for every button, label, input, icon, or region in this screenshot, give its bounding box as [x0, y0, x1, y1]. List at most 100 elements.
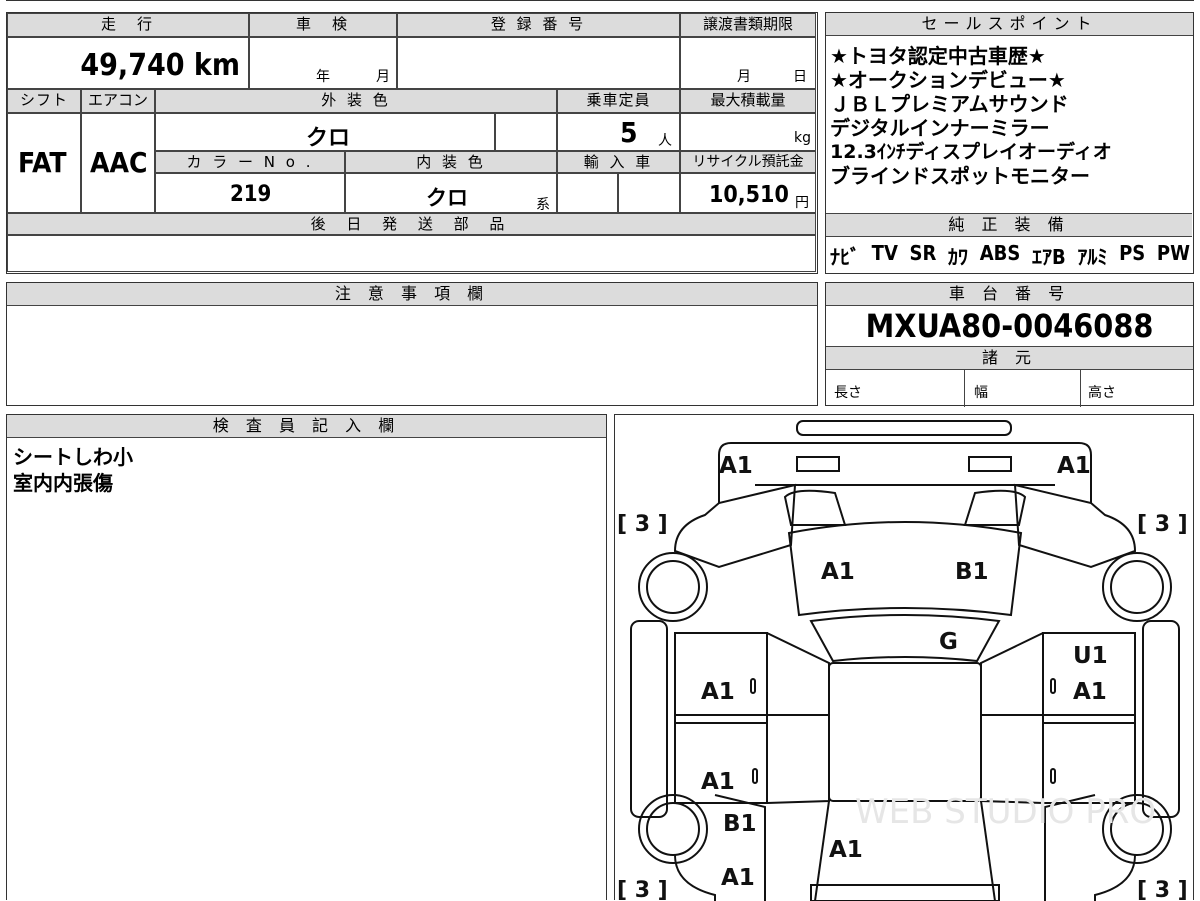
color-no-header: カ ラ ー N o .: [155, 151, 345, 173]
damage-mark: A1: [721, 865, 755, 891]
registration-cell: [397, 37, 680, 89]
specs-header: 諸 元: [826, 347, 1193, 370]
equipment-item: TV: [871, 241, 898, 265]
equipment-header-wrap: 純 正 装 備: [826, 213, 1192, 237]
shift-value: FAT: [18, 146, 67, 179]
tire-label: [ 3 ]: [617, 878, 668, 901]
equipment-item: ｴｱB: [1032, 245, 1066, 269]
inspector-notes: シートしわ小 室内内張傷: [7, 438, 606, 502]
transfer-header: 譲渡書類期限: [680, 13, 816, 37]
inspector-header: 検 査 員 記 入 欄: [7, 415, 606, 438]
spec-table: 走 行 車 検 登 録 番 号 譲渡書類期限 49,740 km 年 月 月 日…: [6, 12, 818, 274]
sales-points-list: ★トヨタ認定中古車歴★ ★オークションデビュー★ ＪＢＬプレミアムサウンド デジ…: [826, 36, 1193, 188]
equipment-list: ﾅﾋﾞ TV SR ｶﾜ ABS ｴｱB ｱﾙﾐ PS PW: [830, 241, 1190, 270]
tire-label: [ 3 ]: [1137, 878, 1188, 901]
sales-point-line: ★オークションデビュー★: [830, 68, 1066, 92]
load-header: 最大積載量: [680, 89, 816, 113]
damage-mark: A1: [701, 679, 735, 705]
interior-header: 内 装 色: [345, 151, 557, 173]
length-label: 長さ: [834, 385, 862, 401]
damage-mark: A1: [701, 769, 735, 795]
mileage-value: 49,740 km: [80, 48, 240, 83]
color-no-value: 219: [230, 182, 272, 207]
specs-row: 長さ 幅 高さ: [826, 370, 1193, 407]
registration-header: 登 録 番 号: [397, 13, 680, 37]
notes-panel: 注 意 事 項 欄: [6, 282, 818, 406]
inspector-line: 室内内張傷: [13, 471, 113, 495]
import-cell-b: [618, 173, 680, 213]
watermark: WEB STUDIO PRO: [855, 792, 1156, 832]
chassis-number: MXUA80-0046088: [826, 306, 1193, 347]
car-diagram-panel: WEB STUDIO PRO [ 3 ] [ 3 ] [ 3 ] [ 3 ] A…: [614, 414, 1194, 901]
damage-mark: B1: [723, 811, 757, 837]
divider: [1080, 370, 1081, 407]
inspector-line: シートしわ小: [13, 445, 133, 469]
capacity-unit: 人: [658, 133, 672, 149]
equipment-item: SR: [909, 241, 937, 265]
inspection-month: 月: [376, 69, 390, 85]
inspection-year: 年: [316, 69, 330, 85]
recycle-cell: 10,510 円: [680, 173, 816, 213]
transfer-month: 月: [737, 69, 751, 85]
inspection-cell: 年 月: [249, 37, 397, 89]
recycle-unit: 円: [795, 195, 809, 211]
exterior-header: 外 装 色: [155, 89, 557, 113]
capacity-header: 乗車定員: [557, 89, 680, 113]
transfer-day: 日: [793, 69, 807, 85]
load-unit: kg: [794, 130, 811, 146]
damage-mark: A1: [1073, 679, 1107, 705]
chassis-panel: 車 台 番 号 MXUA80-0046088 諸 元 長さ 幅 高さ: [825, 282, 1194, 407]
damage-mark: U1: [1073, 643, 1108, 669]
parts-cell: [7, 235, 816, 272]
damage-mark: A1: [821, 559, 855, 585]
sales-points-header: セールスポイント: [826, 13, 1193, 36]
capacity-value: 5: [620, 116, 638, 149]
sales-point-line: 12.3ｲﾝﾁディスプレイオーディオ: [830, 141, 1112, 163]
damage-mark: A1: [829, 837, 863, 863]
exterior-extra: [495, 113, 557, 151]
equipment-item: ｶﾜ: [948, 245, 969, 269]
tire-label: [ 3 ]: [1137, 512, 1188, 537]
parts-header: 後 日 発 送 部 品: [7, 213, 816, 235]
interior-suffix: 系: [536, 197, 550, 213]
damage-mark: A1: [1057, 453, 1091, 479]
ac-header: エアコン: [81, 89, 155, 113]
ac-cell: AAC: [81, 113, 155, 213]
equipment-item: ABS: [979, 241, 1021, 265]
tire-label: [ 3 ]: [617, 512, 668, 537]
equipment-item: ｱﾙﾐ: [1077, 245, 1108, 269]
interior-value: クロ: [426, 186, 468, 210]
width-label: 幅: [974, 385, 988, 401]
shift-header: シフト: [7, 89, 81, 113]
sales-point-line: デジタルインナーミラー: [830, 116, 1050, 140]
import-header: 輸 入 車: [557, 151, 680, 173]
equipment-item: PW: [1156, 241, 1190, 265]
damage-mark: G: [939, 629, 958, 655]
exterior-cell: クロ: [155, 113, 495, 151]
equipment-item: ﾅﾋﾞ: [830, 245, 860, 269]
sales-point-line: ＪＢＬプレミアムサウンド: [830, 92, 1069, 116]
mileage-cell: 49,740 km: [7, 37, 249, 89]
top-strip: [6, 0, 1194, 6]
capacity-cell: 5 人: [557, 113, 680, 151]
damage-mark: A1: [719, 453, 753, 479]
interior-cell: クロ 系: [345, 173, 557, 213]
sales-point-line: ★トヨタ認定中古車歴★: [830, 44, 1046, 68]
sales-points-panel: セールスポイント ★トヨタ認定中古車歴★ ★オークションデビュー★ ＪＢＬプレミ…: [825, 12, 1194, 274]
chassis-header: 車 台 番 号: [826, 283, 1193, 306]
import-cell-a: [557, 173, 618, 213]
damage-mark: B1: [955, 559, 989, 585]
mileage-header: 走 行: [7, 13, 249, 37]
sales-point-line: ブラインドスポットモニター: [830, 164, 1090, 188]
color-no-cell: 219: [155, 173, 345, 213]
height-label: 高さ: [1088, 385, 1116, 401]
recycle-header: リサイクル預託金: [680, 151, 816, 173]
car-diagram: WEB STUDIO PRO [ 3 ] [ 3 ] [ 3 ] [ 3 ] A…: [617, 420, 1188, 901]
ac-value: AAC: [90, 146, 148, 179]
shift-cell: FAT: [7, 113, 81, 213]
inspector-panel: 検 査 員 記 入 欄 シートしわ小 室内内張傷: [6, 414, 607, 900]
notes-header: 注 意 事 項 欄: [7, 283, 817, 306]
load-cell: kg: [680, 113, 816, 151]
transfer-cell: 月 日: [680, 37, 816, 89]
divider: [964, 370, 965, 407]
